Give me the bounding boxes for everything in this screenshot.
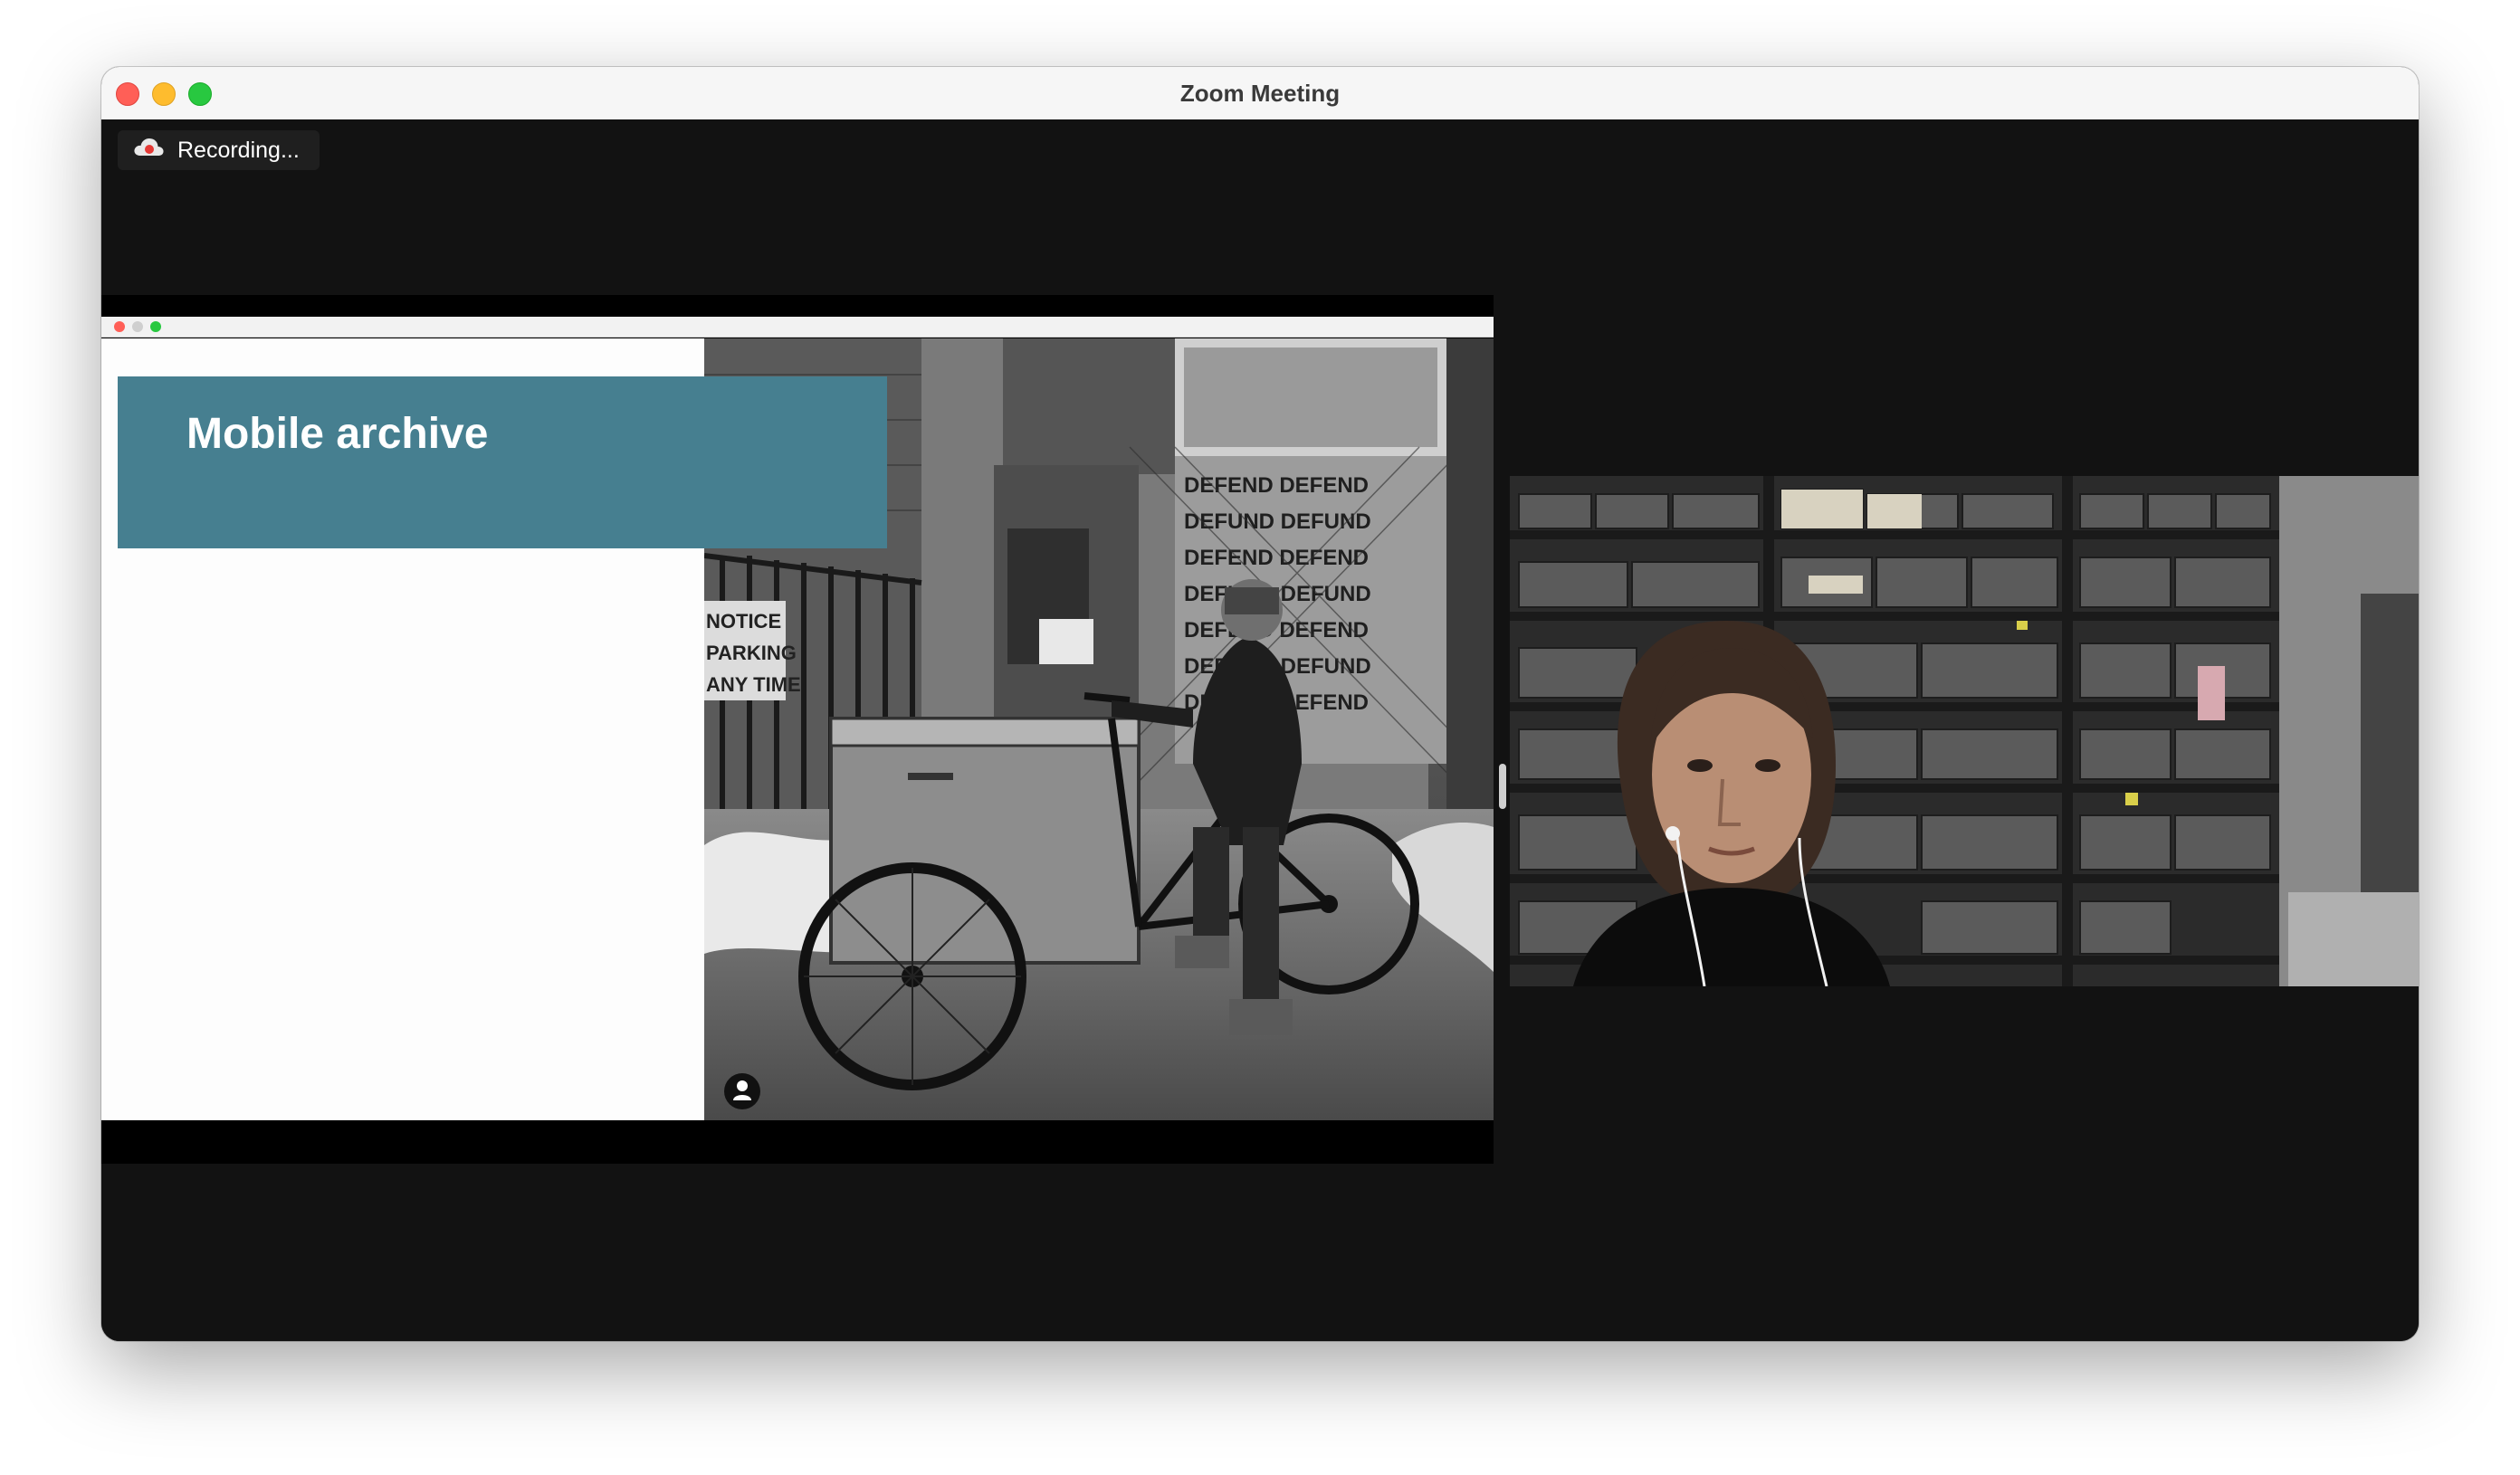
svg-text:DEFEND DEFEND: DEFEND DEFEND — [1184, 546, 1369, 570]
slide-title: Mobile archive — [186, 410, 489, 458]
svg-text:DEFUND DEFUND: DEFUND DEFUND — [1184, 509, 1371, 534]
shared-screen[interactable]: Mobile archive DEFEND DEFEND DEFUND DEFU… — [101, 295, 1494, 1164]
meeting-content: Recording... Mobile archive DEFEND DEFEN… — [101, 119, 2419, 1341]
slide-title-box: Mobile archive — [118, 376, 887, 548]
participant-video[interactable] — [1510, 476, 2419, 986]
shared-zoom-dot — [150, 321, 161, 332]
shared-window-bar — [101, 317, 1494, 338]
shared-minimize-dot — [132, 321, 143, 332]
zoom-window: Zoom Meeting Recording... Mobile archive… — [101, 67, 2419, 1341]
cloud-record-icon — [132, 136, 165, 166]
shared-close-dot — [114, 321, 125, 332]
recording-label: Recording... — [177, 137, 300, 163]
recording-indicator[interactable]: Recording... — [118, 130, 320, 170]
svg-text:NOTICE: NOTICE — [706, 610, 781, 633]
svg-text:ANY TIME: ANY TIME — [706, 673, 801, 696]
window-title: Zoom Meeting — [1179, 80, 1341, 107]
presentation-slide: Mobile archive DEFEND DEFEND DEFUND DEFU… — [101, 338, 1494, 1120]
title-bar: Zoom Meeting — [101, 67, 2419, 120]
svg-text:PARKING: PARKING — [706, 642, 797, 664]
split-view-divider[interactable] — [1499, 764, 1506, 809]
